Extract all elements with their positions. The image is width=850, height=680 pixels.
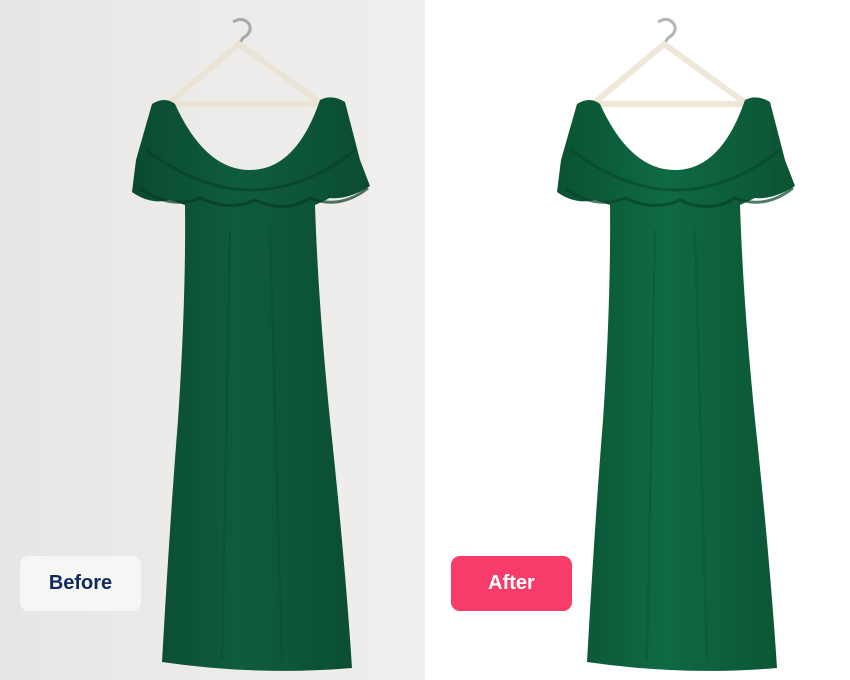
hanger-icon [590,17,750,107]
hanger-icon [165,17,325,107]
before-after-comparison: Before After [0,0,850,680]
after-label: After [451,556,572,611]
dress-shape [132,97,370,671]
dress-shape [557,97,795,671]
before-label: Before [20,556,141,611]
